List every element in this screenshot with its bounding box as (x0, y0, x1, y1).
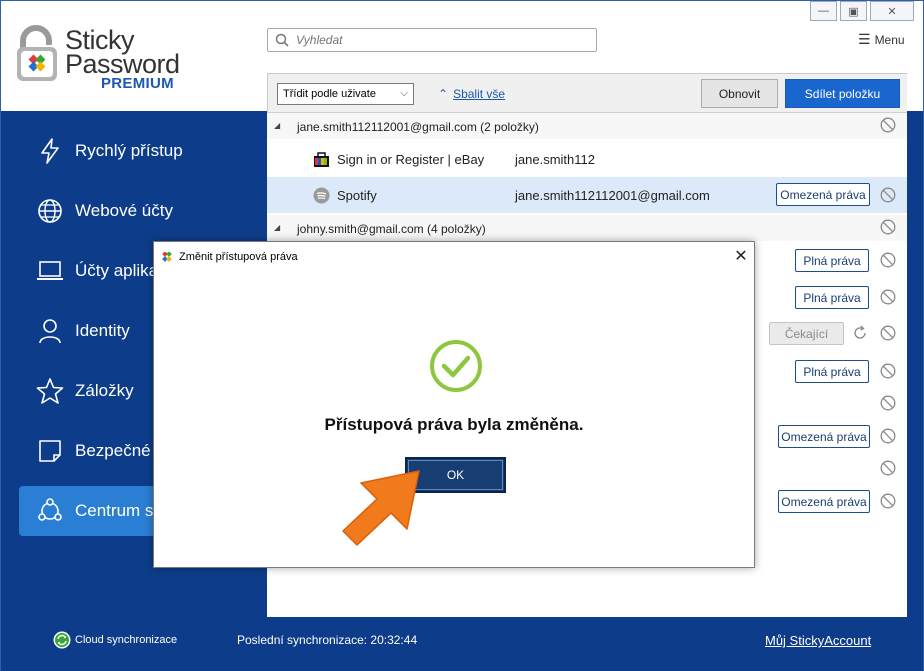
full-rights-button[interactable]: Plná práva (795, 360, 869, 383)
block-icon[interactable] (880, 289, 896, 305)
sidebar-item-label: Záložky (75, 381, 134, 400)
search-box[interactable] (267, 28, 597, 52)
collapse-all-label: Sbalit vše (453, 87, 506, 101)
logo: Sticky Password PREMIUM (15, 23, 195, 93)
search-input[interactable] (296, 32, 586, 48)
lightning-icon (35, 136, 65, 166)
my-account-link[interactable]: Můj StickyAccount (765, 633, 871, 648)
block-icon[interactable] (880, 428, 896, 444)
dialog-title: Změnit přístupová práva (179, 251, 298, 263)
limited-rights-button[interactable]: Omezená práva (778, 490, 870, 513)
block-icon[interactable] (880, 363, 896, 379)
search-icon (275, 33, 289, 47)
block-icon[interactable] (880, 117, 896, 133)
sidebar-item-quick-access[interactable]: Rychlý přístup (19, 126, 269, 176)
pointer-arrow-icon (342, 470, 420, 546)
change-rights-dialog: Změnit přístupová práva ✕ Přístupová prá… (153, 241, 755, 568)
dialog-title-bar: Změnit přístupová práva ✕ (154, 242, 754, 272)
block-icon[interactable] (880, 219, 896, 235)
minimize-icon: — (818, 5, 829, 17)
block-icon[interactable] (880, 325, 896, 341)
item-name: Spotify (337, 188, 377, 203)
success-check-icon (430, 340, 482, 392)
list-toolbar: Třídit podle uživate ⌵ ⌃ Sbalit vše Obnov… (267, 73, 907, 113)
close-icon: ✕ (734, 248, 748, 265)
block-icon[interactable] (880, 187, 896, 203)
group-label: jane.smith112112001@gmail.com (2 položky… (297, 120, 539, 134)
cloud-sync-status[interactable]: Cloud synchronizace (53, 631, 177, 649)
block-icon[interactable] (880, 395, 896, 411)
restore-icon: ▣ (848, 5, 859, 18)
limited-rights-button[interactable]: Omezená práva (776, 183, 870, 206)
pending-status-button[interactable]: Čekající (769, 322, 844, 345)
sidebar-item-label: Identity (75, 321, 130, 340)
sidebar-item-label: Centrum s (75, 501, 154, 520)
sort-dropdown-value: Třídit podle uživate (283, 88, 376, 100)
expand-triangle-icon: ◢ (274, 223, 281, 232)
last-sync-text: Poslední synchronizace: 20:32:44 (237, 633, 418, 647)
list-item-ebay[interactable]: Sign in or Register | eBay jane.smith112 (267, 141, 907, 177)
ebay-icon (314, 152, 329, 167)
group-row-johny[interactable]: ◢ johny.smith@gmail.com (4 položky) (267, 215, 907, 241)
limited-rights-button[interactable]: Omezená práva (778, 425, 870, 448)
full-rights-button[interactable]: Plná práva (795, 249, 869, 272)
item-username: jane.smith112 (515, 152, 595, 167)
footer-bar: Cloud synchronizace Poslední synchroniza… (1, 617, 923, 671)
share-icon (35, 496, 65, 526)
globe-icon (35, 196, 65, 226)
cloud-sync-label: Cloud synchronizace (75, 634, 178, 646)
refresh-icon[interactable] (852, 325, 868, 341)
dialog-message: Přístupová práva byla změněna. (324, 415, 584, 434)
chevron-up-icon: ⌃ (438, 87, 449, 101)
note-icon (35, 436, 65, 466)
sidebar-item-label: Webové účty (75, 201, 173, 220)
collapse-all-link[interactable]: ⌃ Sbalit vše (438, 87, 505, 101)
group-label: johny.smith@gmail.com (4 položky) (297, 222, 486, 236)
sync-icon (53, 631, 71, 649)
dialog-close-button[interactable]: ✕ (732, 248, 750, 266)
app-window: Sticky Password PREMIUM — ▣ ✕ ☰ Menu Ryc (0, 0, 924, 671)
minimize-button[interactable]: — (810, 1, 837, 21)
list-item-spotify[interactable]: Spotify jane.smith112112001@gmail.com Om… (267, 177, 907, 213)
block-icon[interactable] (880, 252, 896, 268)
refresh-button[interactable]: Obnovit (701, 79, 778, 108)
item-name: Sign in or Register | eBay (337, 152, 485, 167)
full-rights-button[interactable]: Plná práva (795, 286, 869, 309)
close-window-button[interactable]: ✕ (870, 1, 914, 21)
laptop-icon (35, 256, 65, 286)
group-row-jane[interactable]: ◢ jane.smith112112001@gmail.com (2 polož… (267, 113, 907, 139)
window-controls: — ▣ ✕ (807, 1, 914, 21)
app-logo-icon (162, 252, 172, 262)
person-icon (35, 316, 65, 346)
sort-dropdown[interactable]: Třídit podle uživate ⌵ (277, 83, 414, 105)
spotify-icon (313, 187, 330, 204)
hamburger-icon: ☰ (858, 31, 871, 47)
share-item-button[interactable]: Sdílet položku (785, 79, 900, 108)
logo-text-premium: PREMIUM (101, 75, 174, 92)
close-icon: ✕ (887, 5, 897, 18)
block-icon[interactable] (880, 460, 896, 476)
star-icon (35, 376, 65, 406)
chevron-down-icon: ⌵ (400, 88, 408, 99)
sidebar-item-web-accounts[interactable]: Webové účty (19, 186, 269, 236)
menu-button[interactable]: ☰ Menu (858, 31, 905, 48)
item-username: jane.smith112112001@gmail.com (515, 188, 710, 203)
block-icon[interactable] (880, 493, 896, 509)
sidebar-item-label: Rychlý přístup (75, 141, 183, 160)
lock-logo-icon (17, 25, 57, 81)
sidebar-item-label: Bezpečné (75, 441, 151, 460)
menu-label: Menu (874, 32, 905, 47)
expand-triangle-icon: ◢ (274, 121, 281, 130)
maximize-button[interactable]: ▣ (840, 1, 867, 21)
